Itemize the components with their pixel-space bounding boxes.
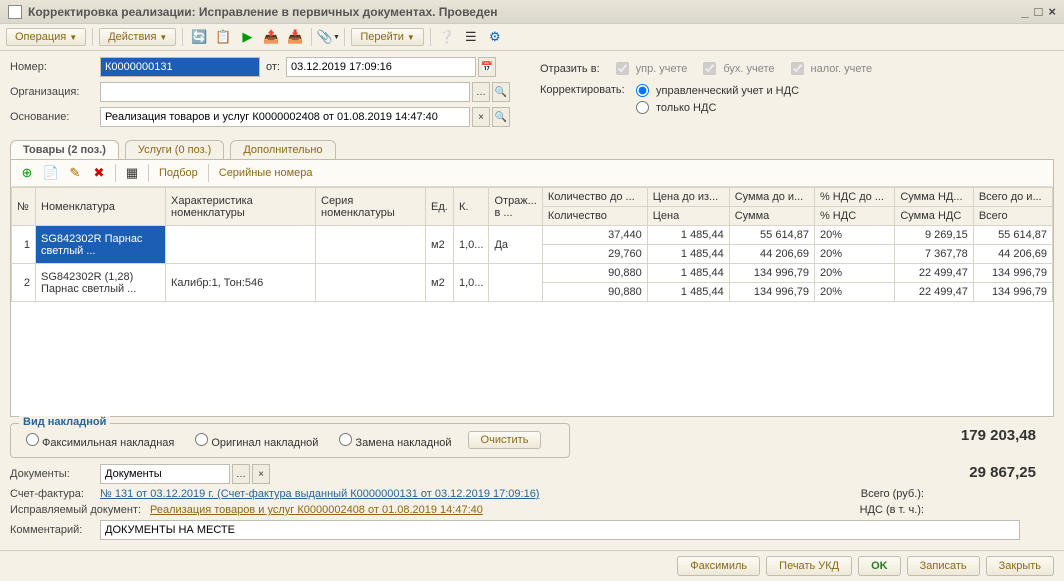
col-char[interactable]: Характеристика номенклатуры [166,188,316,226]
org-label: Организация: [10,86,100,98]
col-vatpct[interactable]: % НДС [814,207,894,226]
help-icon[interactable]: ❔ [437,27,457,47]
basis-search-icon[interactable]: 🔍 [492,107,510,127]
col-unit[interactable]: Ед. [426,188,454,226]
col-vatsum-before[interactable]: Сумма НД... [895,188,973,207]
repl-radio[interactable]: Замена накладной [334,430,451,449]
add-icon[interactable]: ⊕ [17,163,37,183]
maximize-button[interactable]: □ [1035,4,1043,19]
edit-icon[interactable]: 📄 [41,163,61,183]
close-button[interactable]: × [1048,4,1056,19]
reflect-label: Отразить в: [540,63,600,75]
grid-toolbar: ⊕ 📄 ✎ ✖ ▦ Подбор Серийные номера [10,159,1054,187]
fax-radio[interactable]: Факсимильная накладная [21,430,174,449]
table-row: 2 SG842302R (1,28) Парнас светлый ... Ка… [12,264,1053,283]
col-total[interactable]: Всего [973,207,1052,226]
comment-input[interactable] [100,520,1020,540]
attach-icon[interactable]: 📎▼ [318,27,338,47]
tab-additional[interactable]: Дополнительно [230,140,335,159]
tab-goods[interactable]: Товары (2 поз.) [10,140,119,159]
upr-checkbox[interactable]: упр. учете [612,59,688,78]
from-label: от: [266,61,280,73]
org-search-icon[interactable]: 🔍 [492,82,510,102]
corrected-link[interactable]: Реализация товаров и услуг К0000002408 о… [150,504,483,516]
org-select-icon[interactable]: … [472,82,490,102]
invoice-type-legend: Вид накладной [19,416,110,428]
footer-bar: Факсимиль Печать УКД OK Записать Закрыть [0,550,1064,581]
col-n[interactable]: № [12,188,36,226]
corrected-label: Исправляемый документ: [10,504,150,516]
col-sum-before[interactable]: Сумма до и... [729,188,814,207]
post-icon[interactable]: ▶ [237,27,257,47]
col-nomen[interactable]: Номенклатура [36,188,166,226]
fax-button[interactable]: Факсимиль [677,556,760,576]
buh-checkbox[interactable]: бух. учете [699,59,774,78]
net-total: 29 867,25 [969,464,1036,481]
posting-icon[interactable]: 📋 [213,27,233,47]
table-row: 1 SG842302R Парнас светлый ... м2 1,0...… [12,226,1053,245]
serial-link[interactable]: Серийные номера [215,167,317,179]
grid-icon[interactable]: ▦ [122,163,142,183]
basis-clear-icon[interactable]: × [472,107,490,127]
orig-radio[interactable]: Оригинал накладной [190,430,318,449]
nalog-checkbox[interactable]: налог. учете [787,59,873,78]
select-link[interactable]: Подбор [155,167,202,179]
col-price[interactable]: Цена [647,207,729,226]
number-label: Номер: [10,61,100,73]
basis-input[interactable] [100,107,470,127]
save-button[interactable]: Записать [907,556,980,576]
col-k[interactable]: К. [454,188,489,226]
actions-menu[interactable]: Действия▼ [99,28,176,46]
clear-button[interactable]: Очистить [468,431,542,449]
settings-icon[interactable]: ⚙ [485,27,505,47]
edit2-icon[interactable]: ✎ [65,163,85,183]
structure-icon[interactable]: 📤 [261,27,281,47]
delete-icon[interactable]: ✖ [89,163,109,183]
main-toolbar: Операция▼ Действия▼ 🔄 📋 ▶ 📤 📥 📎▼ Перейти… [0,24,1064,51]
org-input[interactable] [100,82,470,102]
col-vatpct-before[interactable]: % НДС до ... [814,188,894,207]
invoice-link[interactable]: № 131 от 03.12.2019 г. (Счет-фактура выд… [100,488,539,500]
goto-menu[interactable]: Перейти▼ [351,28,424,46]
calendar-icon[interactable]: 📅 [478,57,496,77]
basis-label: Основание: [10,111,100,123]
copy-icon[interactable]: 📥 [285,27,305,47]
col-total-before[interactable]: Всего до и... [973,188,1052,207]
docs-select-icon[interactable]: … [232,464,250,484]
print-button[interactable]: Печать УКД [766,556,852,576]
correct-opt2[interactable]: только НДС [636,101,799,114]
minimize-button[interactable]: _ [1021,4,1028,19]
col-price-before[interactable]: Цена до из... [647,188,729,207]
document-icon [8,5,22,19]
comment-label: Комментарий: [10,524,100,536]
vat-label: НДС (в т. ч.): [860,504,924,516]
col-series[interactable]: Серия номенклатуры [316,188,426,226]
docs-input[interactable] [100,464,230,484]
ok-button[interactable]: OK [858,556,901,576]
window-title: Корректировка реализации: Исправление в … [28,5,1015,19]
operation-menu[interactable]: Операция▼ [6,28,86,46]
col-refl[interactable]: Отраж... в ... [489,188,542,226]
titlebar: Корректировка реализации: Исправление в … [0,0,1064,24]
col-vatsum[interactable]: Сумма НДС [895,207,973,226]
docs-label: Документы: [10,468,100,480]
docs-clear-icon[interactable]: × [252,464,270,484]
col-sum[interactable]: Сумма [729,207,814,226]
data-grid[interactable]: № Номенклатура Характеристика номенклату… [10,187,1054,417]
list-icon[interactable]: ☰ [461,27,481,47]
tab-services[interactable]: Услуги (0 поз.) [125,140,224,159]
col-qty[interactable]: Количество [542,207,647,226]
correct-opt1[interactable]: управленческий учет и НДС [636,84,799,97]
total-rub-label: Всего (руб.): [861,488,924,500]
number-input[interactable] [100,57,260,77]
invoice-type-fieldset: Вид накладной Факсимильная накладная Ори… [10,423,570,458]
date-input[interactable] [286,57,476,77]
close-form-button[interactable]: Закрыть [986,556,1054,576]
grand-total: 179 203,48 [961,427,1036,444]
correct-label: Корректировать: [540,84,636,118]
refresh-icon[interactable]: 🔄 [189,27,209,47]
invoice-label: Счет-фактура: [10,488,100,500]
col-qty-before[interactable]: Количество до ... [542,188,647,207]
